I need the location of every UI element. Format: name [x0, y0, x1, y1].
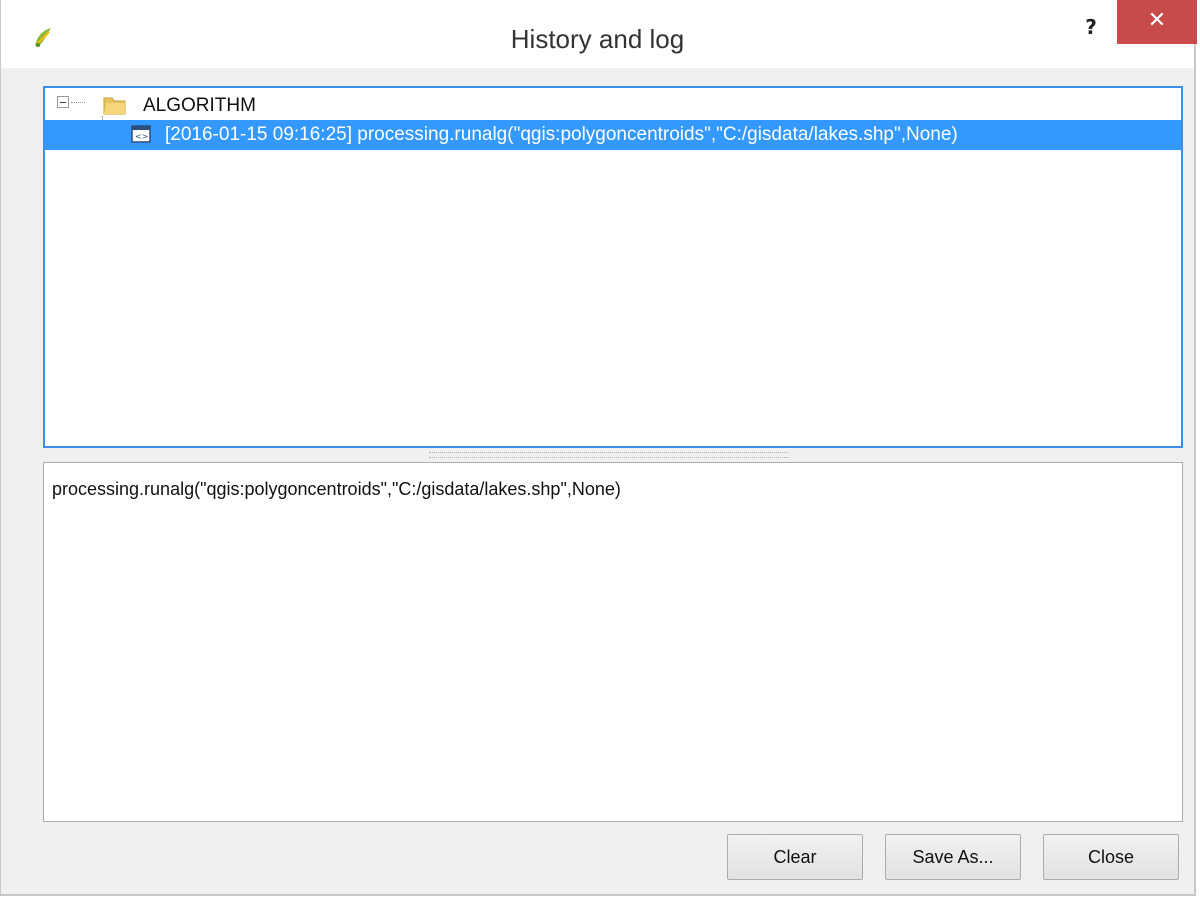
- folder-icon: [103, 94, 127, 116]
- clear-button[interactable]: Clear: [727, 834, 863, 880]
- command-text: processing.runalg("qgis:polygoncentroids…: [52, 479, 621, 499]
- close-icon[interactable]: ✕: [1117, 0, 1197, 44]
- tree-connector: [71, 102, 85, 103]
- splitter-handle[interactable]: [429, 452, 789, 458]
- history-entry-label: [2016-01-15 09:16:25] processing.runalg(…: [165, 124, 958, 145]
- tree-root-label: ALGORITHM: [143, 95, 256, 116]
- history-entry[interactable]: <> [2016-01-15 09:16:25] processing.runa…: [45, 120, 1181, 150]
- save-as-button[interactable]: Save As...: [885, 834, 1021, 880]
- help-icon[interactable]: ?: [1071, 10, 1111, 44]
- svg-text:<>: <>: [135, 132, 148, 141]
- tree-item-algorithm[interactable]: ALGORITHM: [57, 92, 657, 120]
- script-icon: <>: [131, 125, 151, 143]
- window-title: History and log: [510, 24, 685, 54]
- collapse-icon[interactable]: [57, 96, 69, 108]
- close-button[interactable]: Close: [1043, 834, 1179, 880]
- command-text-area[interactable]: processing.runalg("qgis:polygoncentroids…: [43, 462, 1183, 822]
- history-tree[interactable]: ALGORITHM <> [2016-01-15 09:16:25] proce…: [43, 86, 1183, 448]
- history-dialog: History and log ? ✕ ALGORITHM <> [2016-0…: [0, 0, 1197, 896]
- title-bar: History and log ? ✕: [1, 0, 1197, 68]
